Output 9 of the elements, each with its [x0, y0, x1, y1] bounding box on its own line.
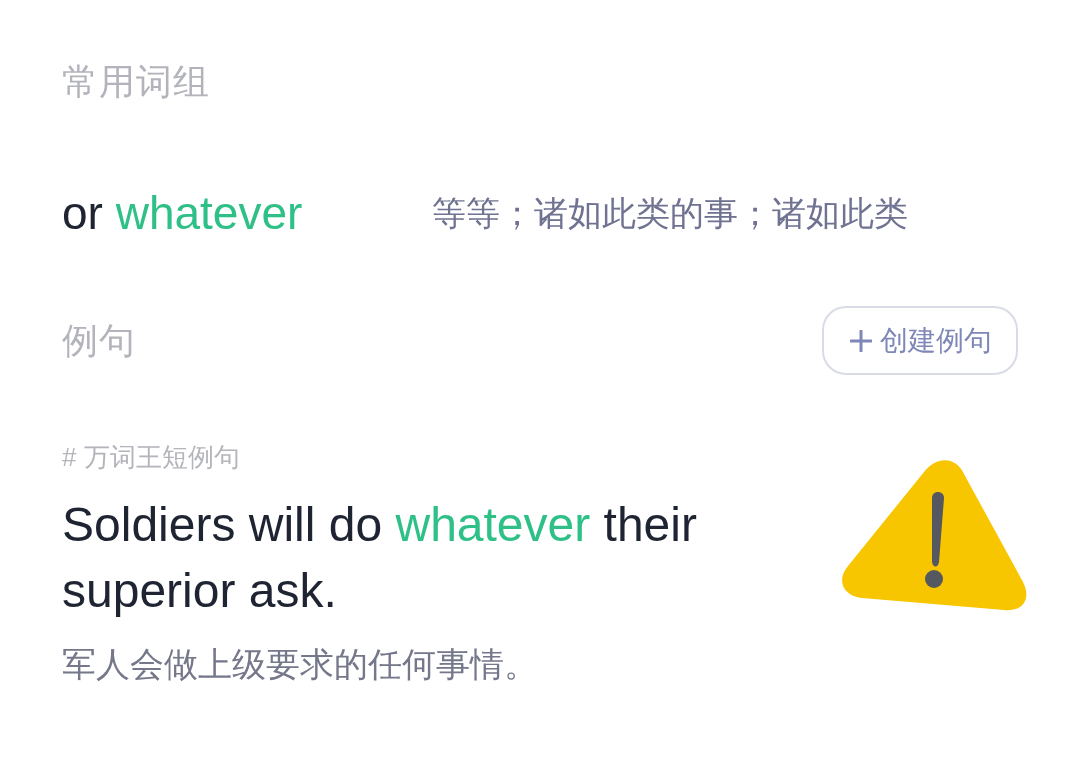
phrase-text[interactable]: or whatever: [62, 187, 303, 239]
section-title: 常用词组: [62, 60, 210, 104]
example-translation: 军人会做上级要求的任何事情。: [62, 644, 538, 685]
phrase-meaning: 等等；诸如此类的事；诸如此类: [432, 193, 908, 234]
plus-icon: [850, 329, 872, 352]
example-source: # 万词王短例句: [62, 441, 240, 474]
warning-icon: [840, 458, 1028, 612]
example-sentence: Soldiers will do whatever their superior ask.: [62, 497, 698, 619]
section-title: 例句: [62, 319, 136, 363]
